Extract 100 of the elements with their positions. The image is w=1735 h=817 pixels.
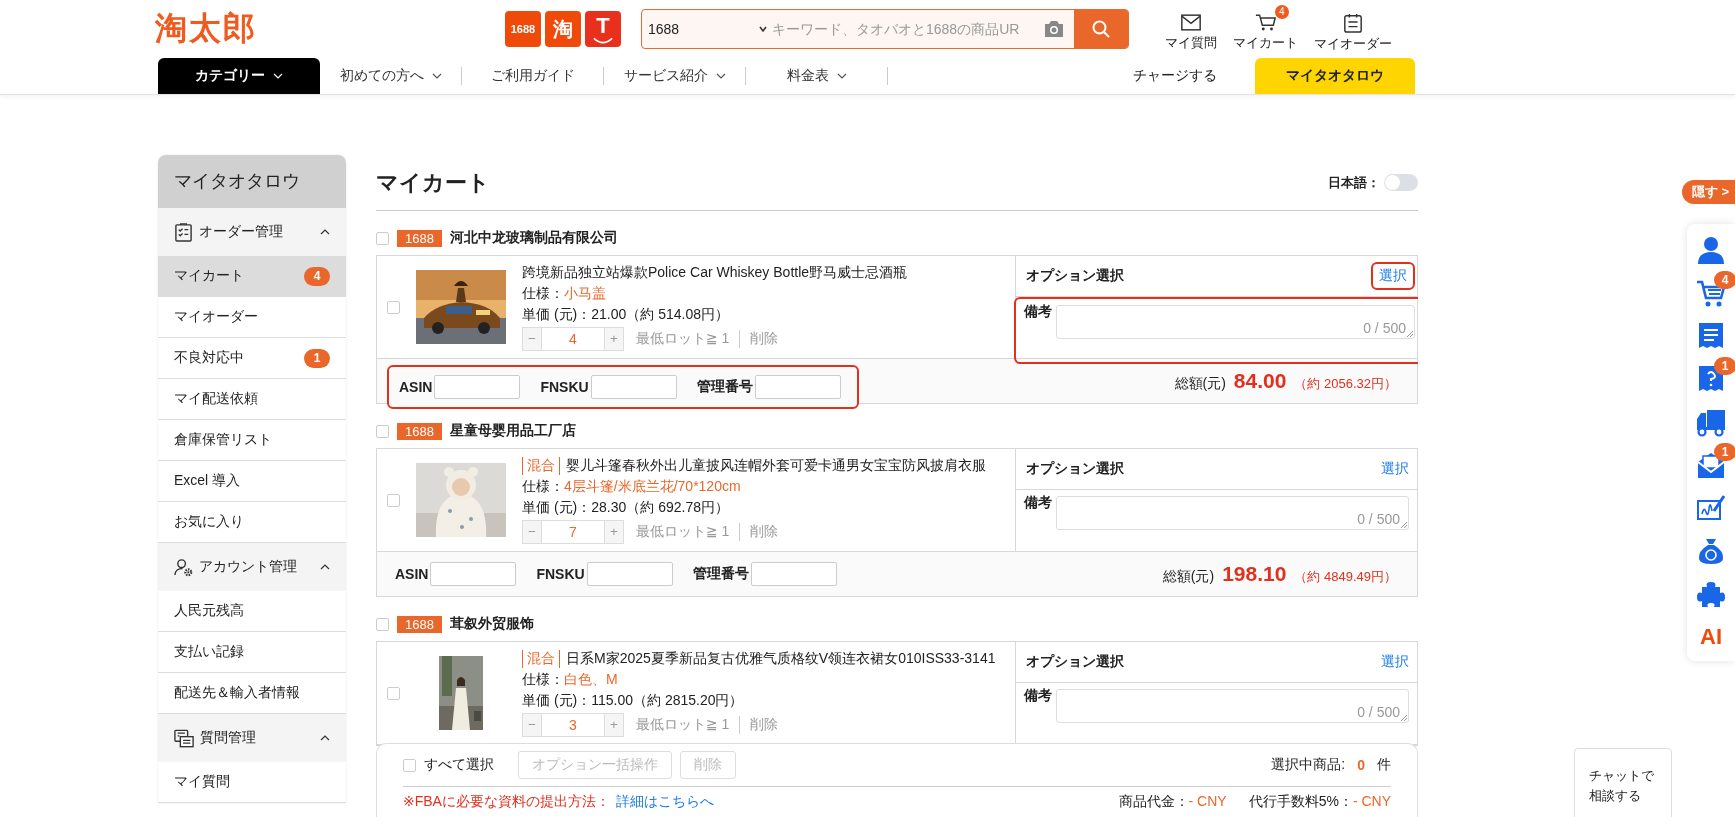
nav-tab[interactable]: マイタオタロウ (1255, 58, 1415, 94)
sidebar-item[interactable]: Excel 導入 (158, 461, 346, 502)
input-field[interactable] (590, 375, 677, 399)
header-link[interactable]: マイ質問 (1165, 5, 1217, 53)
header-link[interactable]: マイオーダー (1314, 5, 1392, 53)
sidebar-item-label: 支払い記録 (174, 643, 244, 661)
count-badge: 4 (1714, 271, 1735, 289)
product-title[interactable]: 跨境新品独立站爆款Police Car Whiskey Bottle野马威士忌酒瓶 (522, 263, 908, 282)
sidebar-group-header[interactable]: アカウント管理 (158, 543, 346, 591)
group-title: オーダー管理 (199, 223, 284, 241)
resize-handle-icon[interactable] (1407, 331, 1413, 337)
chevron-icon (836, 73, 847, 79)
spec-label: 仕様： (522, 284, 564, 301)
sidebar-item[interactable]: マイカート 4 (158, 256, 346, 297)
total-yen: （約 2056.32円） (1294, 375, 1397, 393)
nav-link[interactable]: 料金表 (746, 58, 887, 94)
input-field[interactable] (430, 562, 517, 586)
sidebar-item[interactable]: 配送先＆輸入者情報 (158, 673, 346, 714)
sidebar-item-label: マイオーダー (174, 308, 258, 326)
sidebar-item-label: 配送先＆輸入者情報 (174, 684, 300, 702)
store-name[interactable]: 星童母婴用品工厂店 (449, 422, 576, 440)
character-count: 0 / 500 (1357, 511, 1400, 527)
total-amount: 198.10 (1222, 562, 1287, 586)
mixed-tag: 混合 (522, 649, 560, 668)
platform-logo[interactable]: 淘 (545, 11, 581, 47)
sidebar-item-label: 倉庫保管リスト (174, 431, 272, 449)
store-name[interactable]: 河北中龙玻璃制品有限公司 (449, 229, 618, 247)
count-unit: 件 (1377, 756, 1391, 774)
resize-handle-icon[interactable] (1401, 522, 1407, 528)
checkbox[interactable] (403, 758, 416, 772)
checkbox[interactable] (376, 424, 389, 438)
character-count: 0 / 500 (1363, 320, 1406, 336)
language-label: 日本語： (1328, 173, 1380, 192)
memo-label: 備考 (1024, 494, 1052, 512)
character-count: 0 / 500 (1357, 704, 1400, 720)
sidebar-item-label: お気に入り (174, 513, 244, 531)
search-button[interactable] (1074, 10, 1128, 48)
category-tab[interactable]: カテゴリー (158, 58, 320, 94)
nav-link[interactable]: 初めての方へ (320, 58, 461, 94)
caret-icon (758, 24, 768, 34)
select-link[interactable]: 選択 (1379, 267, 1407, 285)
total-yen: （約 4849.49円） (1294, 568, 1397, 586)
sidebar-item-label: Excel 導入 (174, 472, 241, 490)
sidebar-item[interactable]: マイ質問 (158, 762, 346, 803)
platform-tag: 1688 (397, 615, 442, 633)
nav-link[interactable]: サービス紹介 (604, 58, 745, 94)
input-field[interactable] (754, 375, 841, 399)
sidebar-item[interactable]: マイ配送依頼 (158, 379, 346, 420)
receipt-icon (1696, 321, 1726, 351)
nav-link[interactable]: チャージする (1105, 58, 1245, 94)
sidebar-item-label: 不良対応中 (174, 349, 244, 367)
sidebar-item[interactable]: 支払い記録 (158, 632, 346, 673)
product-title[interactable]: 日系M家2025夏季新品复古优雅气质格纹V领连衣裙女010ISS33-3141 (566, 649, 996, 668)
language-toggle[interactable] (1384, 174, 1418, 191)
input-field[interactable] (750, 562, 837, 586)
details-link[interactable]: 詳細はこちらへ (615, 793, 714, 811)
input-field[interactable] (434, 375, 521, 399)
input-field[interactable] (586, 562, 673, 586)
sidebar-item[interactable]: お気に入り (158, 502, 346, 543)
platform-logo[interactable]: 1688 (505, 11, 541, 47)
clipboard-icon (1342, 13, 1364, 33)
spec-value: 白色、M (564, 670, 618, 687)
select-link[interactable]: 選択 (1381, 460, 1409, 478)
total-label: 総額(元) (1162, 568, 1215, 586)
search-icon (1091, 19, 1111, 39)
checkbox[interactable] (387, 300, 400, 314)
store-name[interactable]: 茸叙外贸服饰 (449, 615, 534, 633)
checkbox[interactable] (376, 231, 389, 245)
sidebar-item[interactable]: 倉庫保管リスト (158, 420, 346, 461)
sidebar-item[interactable]: 人民元残高 (158, 591, 346, 632)
checkbox[interactable] (387, 493, 400, 507)
memo-label: 備考 (1024, 303, 1052, 321)
sidebar-item[interactable]: マイオーダー (158, 297, 346, 338)
minimum-lot: 最低ロット≧ 1 (636, 522, 730, 541)
checkbox[interactable] (376, 617, 389, 631)
platform-logo[interactable]: T (585, 11, 621, 47)
fee-value: - CNY (1352, 793, 1391, 809)
count-badge: 4 (304, 266, 330, 286)
fee-label: 商品代金： (1118, 793, 1189, 809)
memo-label: 備考 (1024, 687, 1052, 705)
money-bag-icon (1696, 536, 1726, 566)
select-link[interactable]: 選択 (1381, 653, 1409, 671)
nav-link[interactable]: ご利用ガイド (462, 58, 603, 94)
search-field[interactable]: 1688 キーワード、タオバオと1688の商品UR (641, 9, 1129, 49)
header-link[interactable]: 4 マイカート (1233, 5, 1298, 53)
camera-icon[interactable] (1042, 19, 1066, 39)
chevron-icon (715, 73, 726, 79)
group-title: 質問管理 (200, 729, 257, 747)
product-title[interactable]: 婴儿斗篷春秋外出儿童披风连帽外套可爱卡通男女宝宝防风披肩衣服 (566, 456, 986, 475)
toolbar-button[interactable]: AI (1690, 615, 1735, 653)
sidebar-group-header[interactable]: 質問管理 (158, 714, 346, 762)
sidebar-item[interactable]: 不良対応中 1 (158, 338, 346, 379)
select-all-label[interactable]: すべて選択 (424, 756, 494, 774)
field-label: FNSKU (540, 379, 589, 395)
checkbox[interactable] (387, 686, 400, 700)
sidebar-group-header[interactable]: オーダー管理 (158, 208, 346, 256)
chat-button[interactable]: チャットで 相談する (1574, 748, 1672, 817)
spec-label: 仕様： (522, 670, 564, 687)
resize-handle-icon[interactable] (1401, 715, 1407, 721)
source-select[interactable]: 1688 (642, 21, 772, 37)
